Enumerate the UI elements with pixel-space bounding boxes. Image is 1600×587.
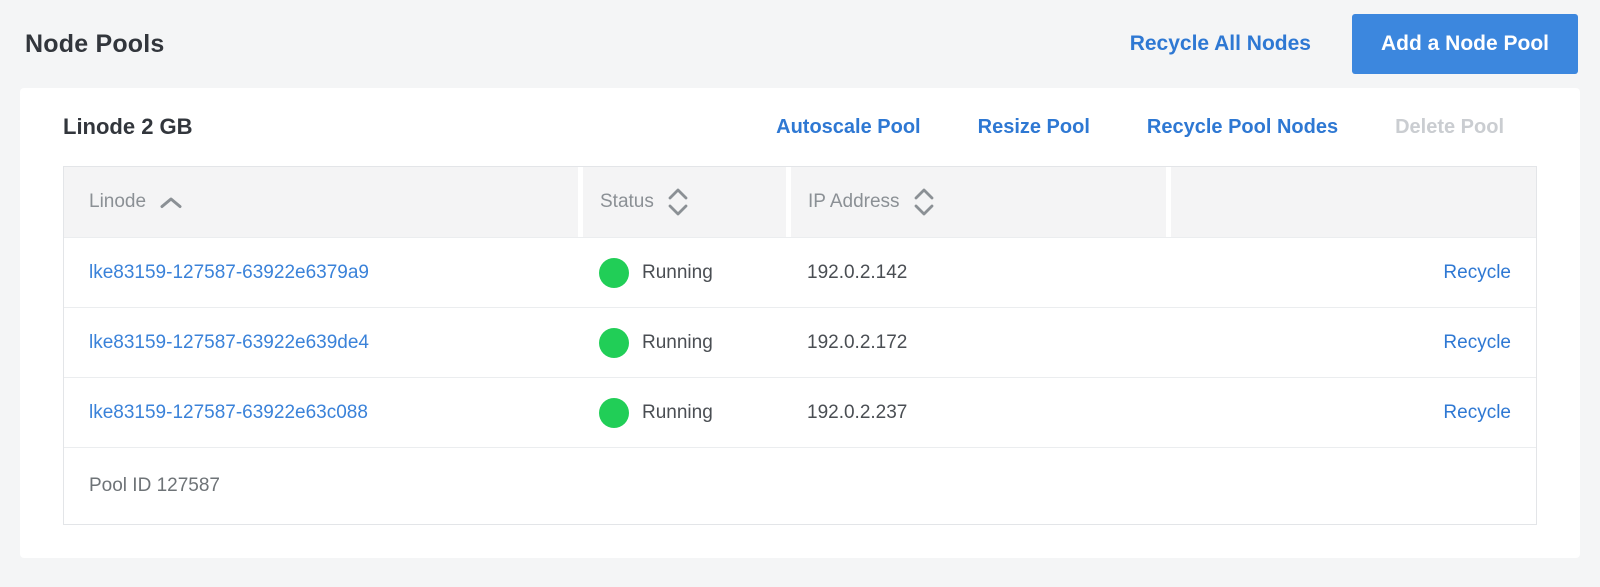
node-status-cell: Running [578, 258, 786, 288]
chevron-up-icon [159, 196, 183, 209]
node-status-label: Running [642, 262, 713, 284]
recycle-node-link[interactable]: Recycle [1443, 332, 1511, 353]
add-node-pool-button[interactable]: Add a Node Pool [1352, 14, 1578, 74]
node-name-link[interactable]: lke83159-127587-63922e639de4 [89, 332, 369, 353]
node-ip-cell: 192.0.2.237 [786, 402, 1166, 424]
node-action-cell: Recycle [1166, 402, 1536, 424]
recycle-node-link[interactable]: Recycle [1443, 402, 1511, 423]
node-ip-cell: 192.0.2.172 [786, 332, 1166, 354]
pool-title: Linode 2 GB [63, 114, 193, 140]
pool-header: Linode 2 GB Autoscale Pool Resize Pool R… [63, 88, 1537, 166]
page-title: Node Pools [25, 30, 165, 59]
status-running-dot-icon [599, 328, 629, 358]
resize-pool-link[interactable]: Resize Pool [978, 116, 1090, 139]
node-status-label: Running [642, 332, 713, 354]
column-header-actions [1166, 167, 1536, 237]
delete-pool-link: Delete Pool [1395, 116, 1504, 139]
node-ip-cell: 192.0.2.142 [786, 262, 1166, 284]
node-name-link[interactable]: lke83159-127587-63922e63c088 [89, 402, 368, 423]
status-running-dot-icon [599, 258, 629, 288]
column-header-linode[interactable]: Linode [64, 167, 578, 237]
pool-id-row: Pool ID 127587 [64, 447, 1536, 524]
column-header-ip-address[interactable]: IP Address [786, 167, 1166, 237]
recycle-all-nodes-link[interactable]: Recycle All Nodes [1130, 32, 1311, 56]
node-pool-card: Linode 2 GB Autoscale Pool Resize Pool R… [20, 88, 1580, 558]
autoscale-pool-link[interactable]: Autoscale Pool [776, 116, 920, 139]
node-name-cell: lke83159-127587-63922e6379a9 [64, 262, 578, 284]
column-header-ip-label: IP Address [808, 191, 900, 213]
table-row: lke83159-127587-63922e6379a9 Running 192… [64, 237, 1536, 307]
node-status-cell: Running [578, 328, 786, 358]
table-row: lke83159-127587-63922e63c088 Running 192… [64, 377, 1536, 447]
table-row: lke83159-127587-63922e639de4 Running 192… [64, 307, 1536, 377]
column-header-linode-label: Linode [89, 191, 146, 213]
node-status-label: Running [642, 402, 713, 424]
recycle-pool-nodes-link[interactable]: Recycle Pool Nodes [1147, 116, 1338, 139]
recycle-node-link[interactable]: Recycle [1443, 262, 1511, 283]
column-header-status-label: Status [600, 191, 654, 213]
node-action-cell: Recycle [1166, 332, 1536, 354]
topbar-actions: Recycle All Nodes Add a Node Pool [1130, 14, 1578, 74]
chevron-up-down-icon [667, 186, 689, 218]
node-name-link[interactable]: lke83159-127587-63922e6379a9 [89, 262, 369, 283]
node-name-cell: lke83159-127587-63922e639de4 [64, 332, 578, 354]
table-header-row: Linode Status IP Address [64, 167, 1536, 237]
node-action-cell: Recycle [1166, 262, 1536, 284]
node-name-cell: lke83159-127587-63922e63c088 [64, 402, 578, 424]
status-running-dot-icon [599, 398, 629, 428]
pool-id-label: Pool ID 127587 [89, 475, 220, 497]
column-header-status[interactable]: Status [578, 167, 786, 237]
nodes-table: Linode Status IP Address [63, 166, 1537, 525]
pool-actions: Autoscale Pool Resize Pool Recycle Pool … [776, 116, 1537, 139]
chevron-up-down-icon [913, 186, 935, 218]
node-status-cell: Running [578, 398, 786, 428]
topbar: Node Pools Recycle All Nodes Add a Node … [0, 0, 1600, 88]
